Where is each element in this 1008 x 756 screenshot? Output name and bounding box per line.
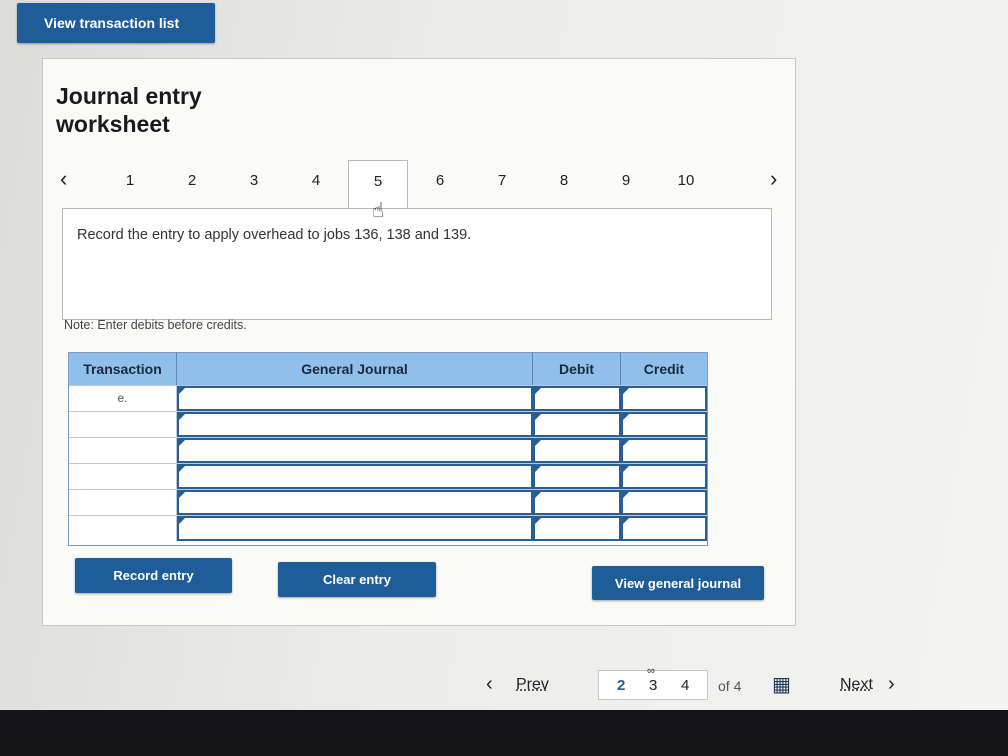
table-row [69, 515, 707, 541]
table-row: e. [69, 385, 707, 411]
chevron-right-icon[interactable]: › [888, 674, 895, 694]
dropdown-marker-icon [179, 388, 185, 394]
worksheet-title: Journal entry worksheet [56, 83, 202, 137]
entry-tabs: ‹ 1 2 3 4 5 6 7 8 9 10 › [52, 160, 792, 210]
prev-link[interactable]: Prev [516, 676, 549, 694]
instruction-box: Record the entry to apply overhead to jo… [62, 208, 772, 320]
tab-7[interactable]: 7 [482, 172, 522, 189]
tab-3[interactable]: 3 [234, 172, 274, 189]
transaction-cell [69, 490, 177, 515]
dropdown-marker-icon [179, 518, 185, 524]
account-input[interactable] [177, 412, 533, 437]
dropdown-marker-icon [535, 414, 541, 420]
dropdown-marker-icon [623, 414, 629, 420]
dropdown-marker-icon [623, 440, 629, 446]
chevron-right-icon[interactable]: › [770, 166, 777, 192]
debit-input[interactable] [533, 412, 621, 437]
page-4[interactable]: 4 [681, 677, 689, 694]
question-pager: ‹ Prev 2 ∞ 3 4 of 4 ▦ Next › [486, 665, 916, 702]
link-icon: ∞ [647, 665, 655, 677]
table-row [69, 411, 707, 437]
dropdown-marker-icon [179, 440, 185, 446]
dropdown-marker-icon [623, 518, 629, 524]
credit-input[interactable] [621, 464, 707, 489]
page-selector: 2 ∞ 3 4 [598, 665, 708, 700]
monitor-bezel [0, 710, 1008, 756]
chevron-left-icon[interactable]: ‹ [486, 674, 493, 694]
credit-input[interactable] [621, 438, 707, 463]
hand-cursor-icon: ☝ [372, 200, 385, 222]
credit-input[interactable] [621, 490, 707, 515]
tab-9[interactable]: 9 [606, 172, 646, 189]
view-general-journal-button[interactable]: View general journal [592, 566, 764, 600]
dropdown-marker-icon [179, 492, 185, 498]
dropdown-marker-icon [535, 388, 541, 394]
debit-input[interactable] [533, 516, 621, 541]
table-row [69, 463, 707, 489]
dropdown-marker-icon [535, 492, 541, 498]
tab-8[interactable]: 8 [544, 172, 584, 189]
account-input[interactable] [177, 464, 533, 489]
grid-icon[interactable]: ▦ [772, 672, 791, 697]
transaction-cell [69, 464, 177, 489]
header-transaction: Transaction [69, 353, 177, 385]
tab-10[interactable]: 10 [666, 172, 706, 189]
tab-2[interactable]: 2 [172, 172, 212, 189]
table-row [69, 489, 707, 515]
record-entry-button[interactable]: Record entry [75, 558, 232, 593]
credit-input[interactable] [621, 412, 707, 437]
chevron-left-icon[interactable]: ‹ [60, 166, 67, 192]
instruction-text: Record the entry to apply overhead to jo… [77, 227, 472, 243]
page-3-current[interactable]: 3 [649, 677, 657, 694]
tab-4[interactable]: 4 [296, 172, 336, 189]
note-text: Note: Enter debits before credits. [64, 318, 247, 332]
header-general-journal: General Journal [177, 353, 533, 385]
next-link[interactable]: Next [840, 676, 873, 694]
dropdown-marker-icon [179, 414, 185, 420]
view-transaction-list-button[interactable]: View transaction list [17, 3, 215, 43]
dropdown-marker-icon [179, 466, 185, 472]
debit-input[interactable] [533, 438, 621, 463]
clear-entry-button[interactable]: Clear entry [278, 562, 436, 597]
header-debit: Debit [533, 353, 621, 385]
dropdown-marker-icon [535, 440, 541, 446]
debit-input[interactable] [533, 386, 621, 411]
table-row [69, 437, 707, 463]
credit-input[interactable] [621, 386, 707, 411]
journal-table: Transaction General Journal Debit Credit… [68, 352, 708, 546]
account-input[interactable] [177, 438, 533, 463]
transaction-cell [69, 438, 177, 463]
account-input[interactable] [177, 386, 533, 411]
dropdown-marker-icon [623, 492, 629, 498]
header-credit: Credit [621, 353, 707, 385]
dropdown-marker-icon [623, 466, 629, 472]
debit-input[interactable] [533, 464, 621, 489]
page-count: of 4 [718, 678, 742, 694]
tab-1[interactable]: 1 [110, 172, 150, 189]
tab-6[interactable]: 6 [420, 172, 460, 189]
page-2[interactable]: 2 [617, 677, 625, 694]
credit-input[interactable] [621, 516, 707, 541]
account-input[interactable] [177, 490, 533, 515]
dropdown-marker-icon [535, 518, 541, 524]
transaction-cell [69, 412, 177, 437]
dropdown-marker-icon [535, 466, 541, 472]
debit-input[interactable] [533, 490, 621, 515]
dropdown-marker-icon [623, 388, 629, 394]
transaction-cell: e. [69, 386, 177, 411]
account-input[interactable] [177, 516, 533, 541]
transaction-cell [69, 516, 177, 541]
